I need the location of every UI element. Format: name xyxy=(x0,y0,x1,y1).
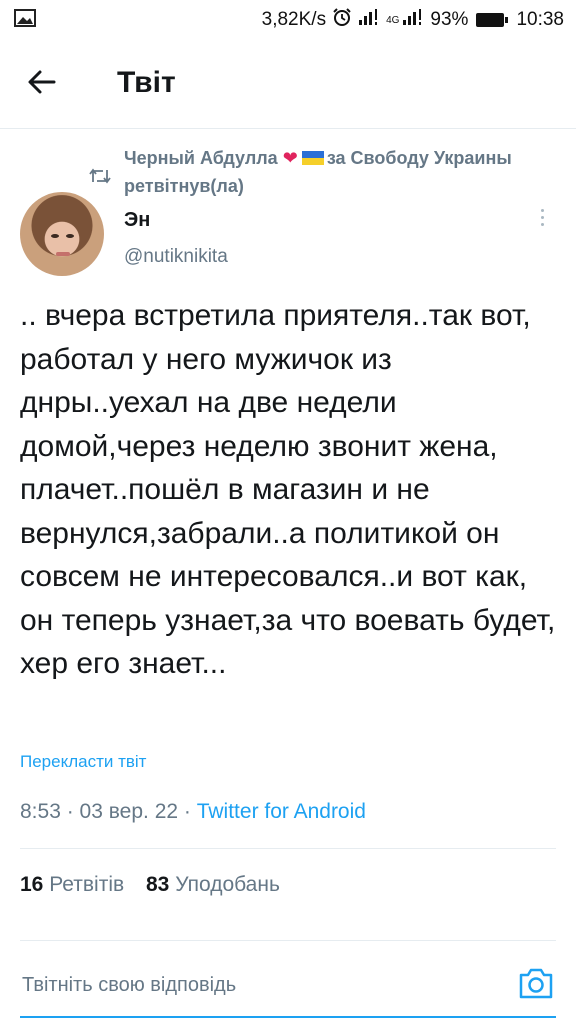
more-vertical-icon[interactable] xyxy=(534,206,550,232)
retweeted-label: ретвітнув(ла) xyxy=(124,176,244,196)
divider xyxy=(20,940,556,941)
retweeter-name-suffix: за Свободу Украины xyxy=(326,148,512,168)
back-arrow-icon xyxy=(28,70,56,94)
tweet-date: 03 вер. 22 xyxy=(79,800,179,823)
battery-percent: 93% xyxy=(430,9,469,30)
back-button[interactable] xyxy=(24,64,64,104)
divider xyxy=(20,848,556,849)
alarm-icon xyxy=(332,7,352,33)
author-handle[interactable]: @nutiknikita xyxy=(124,246,228,268)
retweets-count: 16 xyxy=(20,873,44,896)
signal-icon xyxy=(358,8,380,32)
retweets-stat[interactable]: 16 Ретвітів xyxy=(20,873,130,896)
tweet-text: .. вчера встретила приятеля..так вот, ра… xyxy=(20,299,556,680)
likes-label: Уподобань xyxy=(175,873,280,896)
ukraine-flag-icon xyxy=(301,151,324,165)
retweets-label: Ретвітів xyxy=(49,873,125,896)
clock: 10:38 xyxy=(516,9,564,30)
retweeter-name[interactable]: Черный Абдулла ❤ за Свободу Украины xyxy=(124,148,512,169)
reply-underline xyxy=(20,1016,556,1018)
network-type: 4G xyxy=(386,14,400,26)
tweet-stats: 16 Ретвітів 83 Уподобань xyxy=(20,873,280,897)
battery-icon xyxy=(476,13,509,27)
likes-count: 83 xyxy=(146,873,170,896)
camera-button[interactable] xyxy=(518,966,554,1000)
network-speed: 3,82K/s xyxy=(261,9,327,30)
signal-icon xyxy=(402,8,424,32)
camera-icon xyxy=(519,968,553,999)
tweet-time: 8:53 xyxy=(20,800,61,823)
retweet-icon xyxy=(88,166,112,186)
tweet-source[interactable]: Twitter for Android xyxy=(197,800,366,823)
page-title: Твіт xyxy=(117,66,176,99)
translate-tweet-link[interactable]: Перекласти твіт xyxy=(20,752,146,772)
avatar[interactable] xyxy=(20,192,104,276)
reply-input[interactable] xyxy=(22,970,442,1000)
heart-emoji: ❤ xyxy=(282,148,298,168)
top-app-bar: Твіт xyxy=(0,38,576,129)
status-bar: 3,82K/s 4G 93% 10:38 xyxy=(0,0,576,38)
image-icon xyxy=(14,8,36,34)
retweeter-display-name: Черный Абдулла xyxy=(124,148,278,168)
likes-stat[interactable]: 83 Уподобань xyxy=(146,873,280,896)
tweet-meta: 8:53 · 03 вер. 22 · Twitter for Android xyxy=(20,800,366,823)
author-name[interactable]: Эн xyxy=(124,209,150,232)
